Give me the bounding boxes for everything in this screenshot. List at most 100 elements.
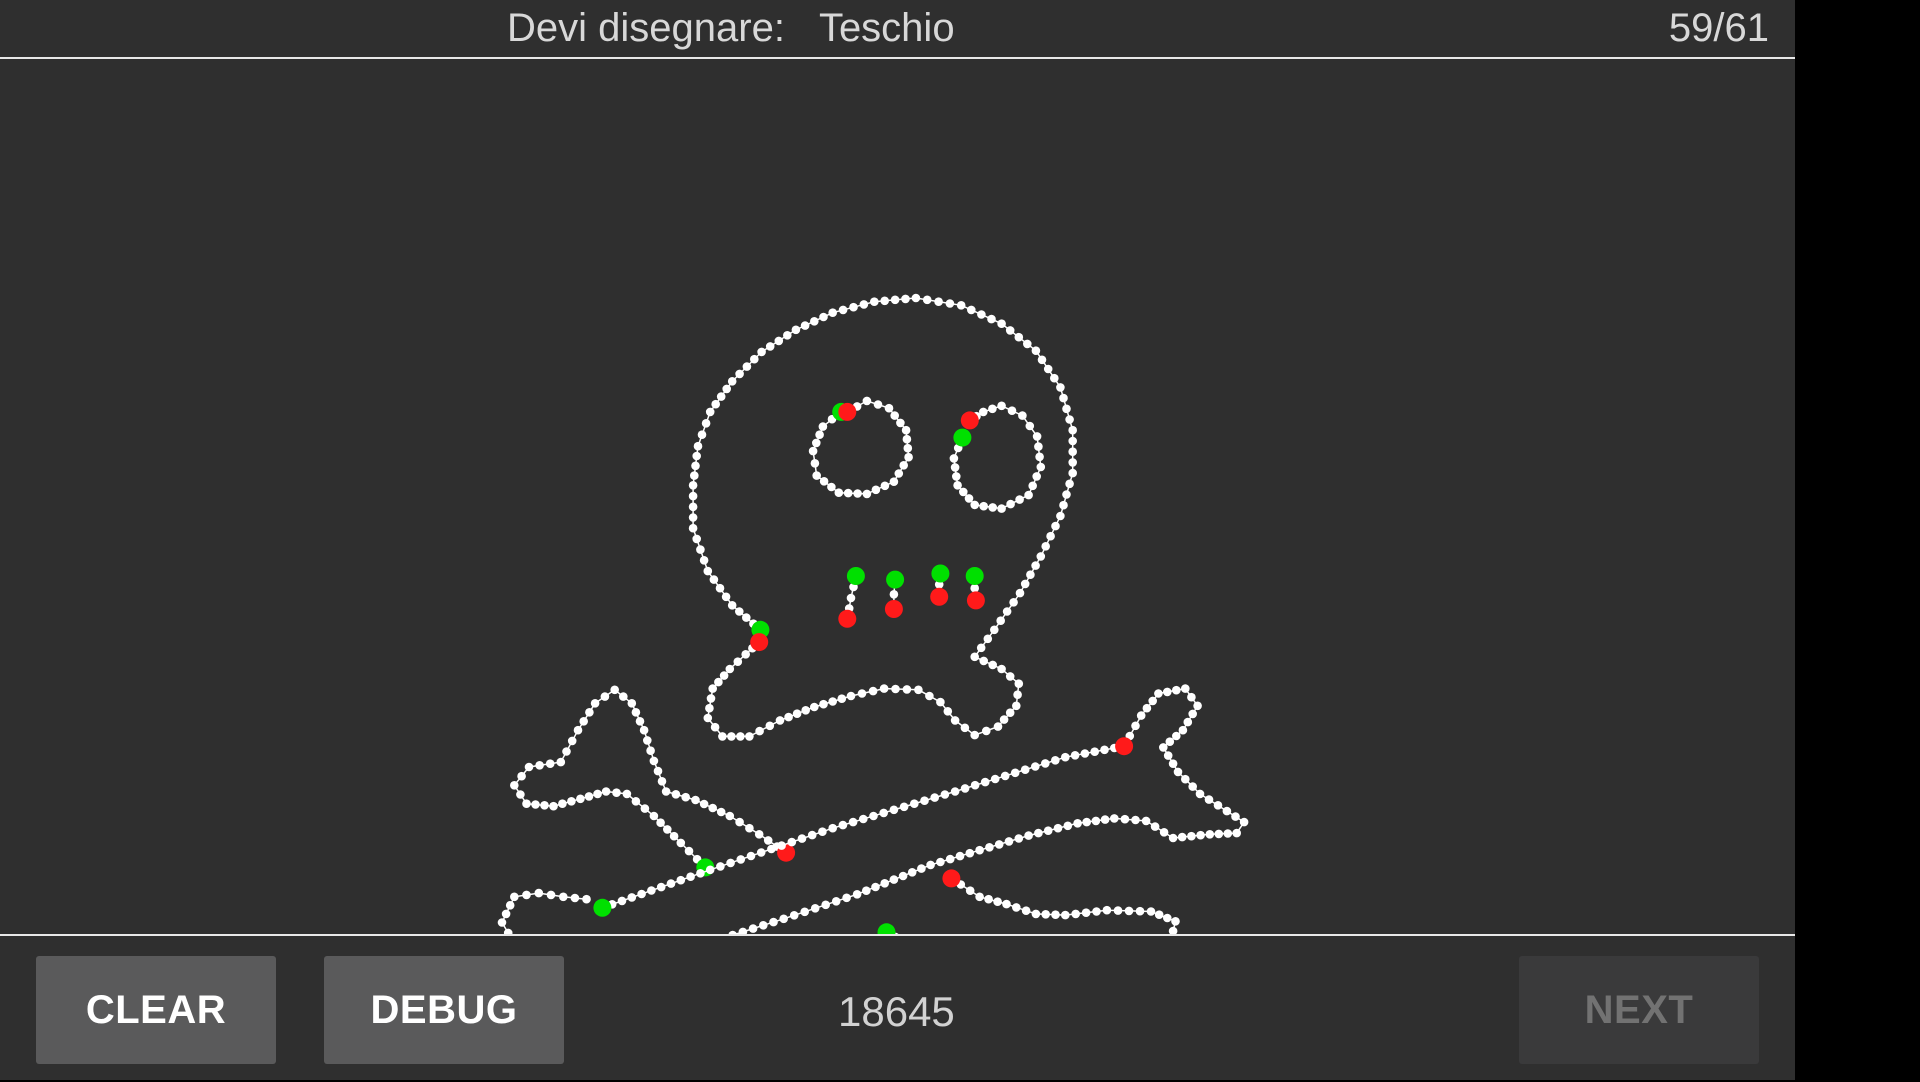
stroke-point (1031, 762, 1040, 771)
stroke-point (1163, 913, 1172, 923)
stroke-point (742, 613, 751, 622)
stroke-point (1222, 806, 1232, 816)
stroke-point (1232, 828, 1241, 838)
clear-button[interactable]: CLEAR (36, 956, 276, 1064)
stroke-point (735, 369, 744, 379)
stroke-point (993, 897, 1002, 906)
stroke-point (1183, 717, 1193, 727)
stroke-point (735, 607, 744, 616)
stroke-point (1141, 816, 1151, 826)
stroke-point (1172, 685, 1181, 695)
stroke-point (510, 781, 519, 790)
stroke-point (936, 857, 945, 867)
stroke-point (684, 846, 694, 856)
stroke-point (546, 890, 556, 900)
stroke-start-marker (931, 564, 950, 583)
stroke-point (741, 650, 750, 659)
stroke-point (1163, 687, 1172, 697)
stroke-point (843, 488, 853, 498)
stroke-point (1043, 364, 1053, 374)
stroke-point (869, 811, 878, 821)
stroke-point (800, 907, 809, 917)
stroke-point (956, 301, 966, 310)
stroke-point (1113, 906, 1123, 915)
stroke-point (1181, 684, 1190, 693)
stroke-point (627, 699, 637, 708)
stroke-point (1082, 817, 1091, 827)
stroke-point (1009, 598, 1018, 607)
stroke-point (1081, 908, 1091, 917)
stroke-point (1013, 690, 1022, 699)
stroke-point (649, 811, 659, 821)
stroke-point (1135, 906, 1145, 916)
stroke-point (714, 677, 723, 687)
stroke-point (871, 882, 880, 892)
stroke-end-marker (838, 402, 857, 421)
stroke-point (979, 501, 988, 511)
stroke-point (999, 715, 1009, 724)
stroke-point (783, 331, 792, 340)
stroke-point (649, 756, 659, 766)
bone-left-upper-stroke (510, 685, 796, 877)
stroke-point (1063, 821, 1073, 831)
stroke-point (1187, 831, 1196, 841)
stroke-point (1092, 907, 1101, 916)
stroke-point (1014, 679, 1024, 688)
stroke-point (727, 732, 736, 741)
stroke-point (965, 848, 975, 858)
stroke-point (1168, 833, 1178, 843)
stroke-point (640, 804, 650, 813)
stroke-point (1205, 830, 1215, 839)
stroke-point (993, 722, 1003, 731)
stroke-point (1150, 822, 1160, 831)
stroke-point (1020, 765, 1030, 774)
stroke-point (831, 897, 841, 906)
stroke-point (676, 875, 686, 885)
stroke-point (1131, 721, 1140, 731)
stroke-point (540, 801, 549, 810)
stroke-point (646, 746, 655, 755)
game-screen: Devi disegnare: Teschio 59/61 CLEAR DEBUG… (0, 0, 1795, 1080)
stroke-point (1015, 588, 1025, 598)
stroke-point (1024, 831, 1033, 840)
stroke-point (1172, 731, 1181, 741)
left-eye-stroke (808, 396, 913, 499)
top-bar: Devi disegnare: Teschio 59/61 (0, 0, 1795, 59)
stroke-point (725, 811, 735, 821)
stroke-point (873, 400, 883, 409)
stroke-point (1213, 801, 1223, 810)
stroke-point (871, 485, 881, 495)
stroke-point (819, 477, 829, 486)
stroke-point (934, 297, 943, 306)
stroke-point (733, 657, 743, 666)
stroke-point (1154, 689, 1163, 698)
stroke-point (570, 893, 580, 903)
stroke-point (736, 855, 746, 864)
stroke-point (1177, 832, 1187, 842)
stroke-point (784, 712, 793, 722)
stroke-point (846, 593, 856, 603)
stroke-point (567, 736, 577, 746)
stroke-point (889, 477, 899, 487)
next-button[interactable]: NEXT (1519, 956, 1759, 1064)
stroke-point (681, 792, 690, 802)
stroke-point (1171, 917, 1180, 926)
stroke-point (516, 790, 525, 799)
stroke-point (1239, 817, 1249, 827)
stroke-point (699, 556, 709, 565)
stroke-point (562, 747, 571, 756)
stroke-point (1124, 906, 1134, 916)
stroke-point (1031, 909, 1041, 919)
stroke-point (1159, 828, 1169, 837)
stroke-point (1024, 490, 1033, 500)
stroke-point (590, 699, 600, 708)
debug-button[interactable]: DEBUG (324, 956, 564, 1064)
drawing-canvas[interactable] (0, 59, 1795, 934)
stroke-point (1023, 339, 1032, 349)
stroke-end-marker (930, 587, 949, 606)
stroke-point (1043, 826, 1053, 835)
stroke-point (880, 481, 890, 491)
stroke-point (767, 844, 776, 854)
stroke-point (750, 354, 759, 364)
stroke-point (862, 886, 871, 895)
